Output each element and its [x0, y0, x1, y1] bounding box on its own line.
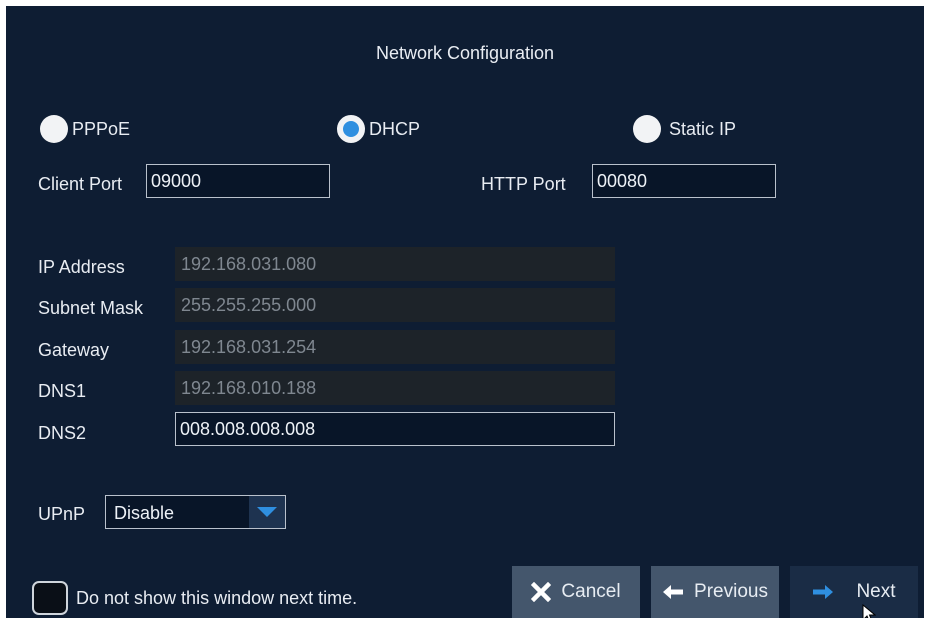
cancel-button[interactable]: Cancel [512, 566, 640, 618]
cancel-label: Cancel [561, 581, 621, 602]
radio-pppoe-label: PPPoE [72, 118, 131, 139]
upnp-select-value: Disable [114, 503, 175, 523]
dns2-label: DNS2 [38, 423, 87, 443]
dns2-input[interactable] [175, 412, 615, 446]
upnp-select[interactable]: Disable [105, 495, 286, 529]
arrow-right-icon [812, 584, 834, 600]
ip-address-label: IP Address [38, 257, 125, 277]
gateway-field [175, 330, 615, 364]
radio-static-ip[interactable]: Static IP [633, 114, 736, 144]
network-configuration-dialog: Network Configuration PPPoE DHCP Static … [6, 6, 924, 618]
radio-pppoe[interactable]: PPPoE [40, 114, 130, 144]
client-port-input[interactable] [146, 164, 330, 198]
radio-dhcp-label: DHCP [369, 118, 421, 139]
radio-dhcp[interactable]: DHCP [337, 114, 420, 144]
subnet-mask-field [175, 288, 615, 322]
subnet-mask-label: Subnet Mask [38, 298, 144, 318]
dont-show-again-label: Do not show this window next time. [76, 588, 358, 608]
radio-unchecked-icon [40, 115, 68, 143]
dont-show-again-checkbox[interactable] [32, 581, 68, 615]
next-button[interactable]: Next [790, 566, 918, 618]
client-port-label: Client Port [38, 174, 123, 194]
gateway-label: Gateway [38, 340, 110, 360]
caret-down-icon[interactable] [249, 496, 285, 528]
x-icon [531, 582, 552, 602]
dialog-title: Network Configuration [375, 43, 555, 63]
previous-label: Previous [694, 581, 768, 602]
http-port-input[interactable] [592, 164, 776, 198]
next-label: Next [856, 581, 896, 602]
dns1-label: DNS1 [38, 381, 87, 401]
arrow-left-icon [662, 584, 684, 600]
radio-unchecked-icon [633, 115, 661, 143]
dns1-field [175, 371, 615, 405]
ip-address-field [175, 247, 615, 281]
radio-checked-icon [337, 115, 365, 143]
radio-static-ip-label: Static IP [669, 118, 737, 139]
upnp-label: UPnP [38, 504, 86, 524]
mouse-pointer-icon [862, 604, 876, 618]
previous-button[interactable]: Previous [651, 566, 779, 618]
http-port-label: HTTP Port [481, 174, 566, 194]
